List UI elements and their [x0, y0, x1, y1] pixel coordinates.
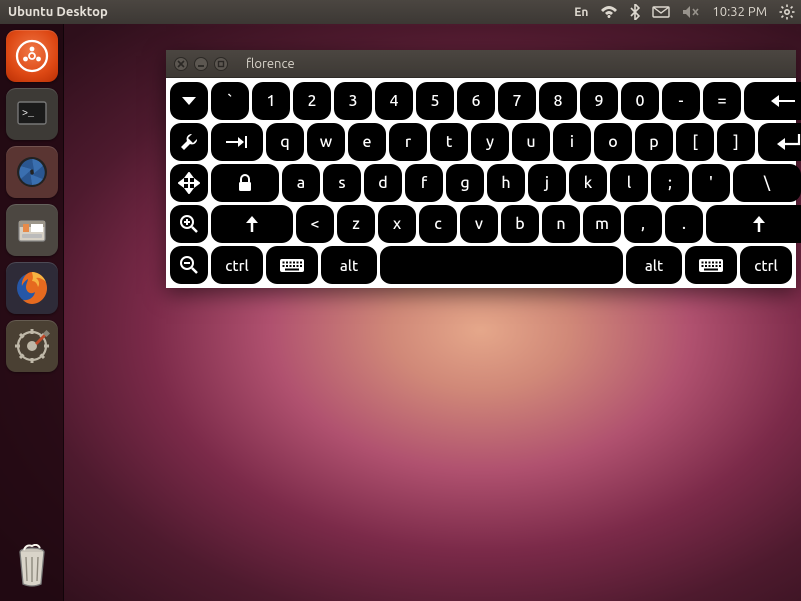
key-char[interactable]: l — [610, 164, 648, 202]
florence-keyboard: `1234567890-=qwertyuiop[]asdfghjkl;'\<zx… — [166, 78, 796, 288]
key-char[interactable]: a — [282, 164, 320, 202]
florence-titlebar[interactable]: florence — [166, 50, 796, 78]
wifi-icon[interactable] — [594, 0, 624, 24]
key-char[interactable]: z — [337, 205, 375, 243]
key-char[interactable]: y — [471, 123, 509, 161]
svg-text:>_: >_ — [22, 109, 35, 120]
input-method-indicator[interactable]: En — [568, 0, 594, 24]
side-chevron-down-icon[interactable] — [170, 82, 208, 120]
key-char[interactable]: h — [487, 164, 525, 202]
key-char[interactable]: x — [378, 205, 416, 243]
window-title: Ubuntu Desktop — [0, 5, 108, 19]
florence-window: florence `1234567890-= qwertyuiop[] asdfgh… — [166, 50, 796, 288]
key-ctrl-left[interactable]: ctrl — [211, 246, 263, 284]
key-char[interactable]: t — [430, 123, 468, 161]
side-move-icon[interactable] — [170, 164, 208, 202]
key-char[interactable]: 2 — [293, 82, 331, 120]
florence-window-title: florence — [246, 57, 295, 71]
volume-muted-icon[interactable] — [676, 0, 706, 24]
side-zoom-in-icon[interactable] — [170, 205, 208, 243]
key-super-left[interactable] — [266, 246, 318, 284]
key-char[interactable]: s — [323, 164, 361, 202]
key-ctrl-right[interactable]: ctrl — [740, 246, 792, 284]
key-char[interactable]: = — [703, 82, 741, 120]
key-char[interactable]: q — [266, 123, 304, 161]
side-zoom-out-icon[interactable] — [170, 246, 208, 284]
key-arrow-up[interactable] — [211, 205, 293, 243]
bluetooth-icon[interactable] — [624, 0, 646, 24]
key-char[interactable]: b — [501, 205, 539, 243]
key-char[interactable]: v — [460, 205, 498, 243]
launcher-shutter[interactable] — [6, 146, 58, 198]
launcher: >_ — [0, 24, 64, 601]
launcher-files[interactable] — [6, 204, 58, 256]
key-char[interactable]: 8 — [539, 82, 577, 120]
key-char[interactable]: 6 — [457, 82, 495, 120]
key-char[interactable]: 5 — [416, 82, 454, 120]
key-alt-right[interactable]: alt — [626, 246, 682, 284]
key-char[interactable]: . — [665, 205, 703, 243]
key-char[interactable]: ; — [651, 164, 689, 202]
key-char[interactable]: g — [446, 164, 484, 202]
key-alt-left[interactable]: alt — [321, 246, 377, 284]
key-lock[interactable] — [211, 164, 279, 202]
clock[interactable]: 10:32 PM — [706, 0, 773, 24]
key-char[interactable]: - — [662, 82, 700, 120]
key-enter[interactable] — [758, 123, 801, 161]
key-char[interactable]: < — [296, 205, 334, 243]
key-char[interactable]: ] — [717, 123, 755, 161]
key-char[interactable]: f — [405, 164, 443, 202]
key-char[interactable]: [ — [676, 123, 714, 161]
key-char[interactable]: j — [528, 164, 566, 202]
launcher-terminal[interactable]: >_ — [6, 88, 58, 140]
key-char[interactable]: c — [419, 205, 457, 243]
key-space[interactable] — [380, 246, 623, 284]
key-tab[interactable] — [211, 123, 263, 161]
key-super-right[interactable] — [685, 246, 737, 284]
key-char[interactable]: ` — [211, 82, 249, 120]
key-char[interactable]: u — [512, 123, 550, 161]
key-char[interactable]: , — [624, 205, 662, 243]
key-char[interactable]: p — [635, 123, 673, 161]
key-right[interactable]: \ — [733, 164, 801, 202]
key-arrow-up[interactable] — [706, 205, 801, 243]
maximize-icon[interactable] — [214, 57, 228, 71]
key-char[interactable]: k — [569, 164, 607, 202]
key-char[interactable]: 7 — [498, 82, 536, 120]
key-char[interactable]: o — [594, 123, 632, 161]
key-char[interactable]: i — [553, 123, 591, 161]
key-char[interactable]: r — [389, 123, 427, 161]
key-char[interactable]: d — [364, 164, 402, 202]
key-char[interactable]: n — [542, 205, 580, 243]
key-char[interactable]: 4 — [375, 82, 413, 120]
key-char[interactable]: 3 — [334, 82, 372, 120]
key-backspace[interactable] — [744, 82, 801, 120]
minimize-icon[interactable] — [194, 57, 208, 71]
launcher-dash[interactable] — [6, 30, 58, 82]
gear-icon[interactable] — [773, 0, 801, 24]
key-char[interactable]: w — [307, 123, 345, 161]
key-char[interactable]: ' — [692, 164, 730, 202]
close-icon[interactable] — [174, 57, 188, 71]
launcher-trash[interactable] — [6, 541, 58, 593]
key-char[interactable]: m — [583, 205, 621, 243]
side-wrench-icon[interactable] — [170, 123, 208, 161]
key-char[interactable]: 0 — [621, 82, 659, 120]
launcher-settings[interactable] — [6, 320, 58, 372]
key-char[interactable]: 1 — [252, 82, 290, 120]
key-char[interactable]: e — [348, 123, 386, 161]
messages-icon[interactable] — [646, 0, 676, 24]
top-panel: Ubuntu Desktop En 10:32 PM — [0, 0, 801, 24]
key-char[interactable]: 9 — [580, 82, 618, 120]
launcher-firefox[interactable] — [6, 262, 58, 314]
